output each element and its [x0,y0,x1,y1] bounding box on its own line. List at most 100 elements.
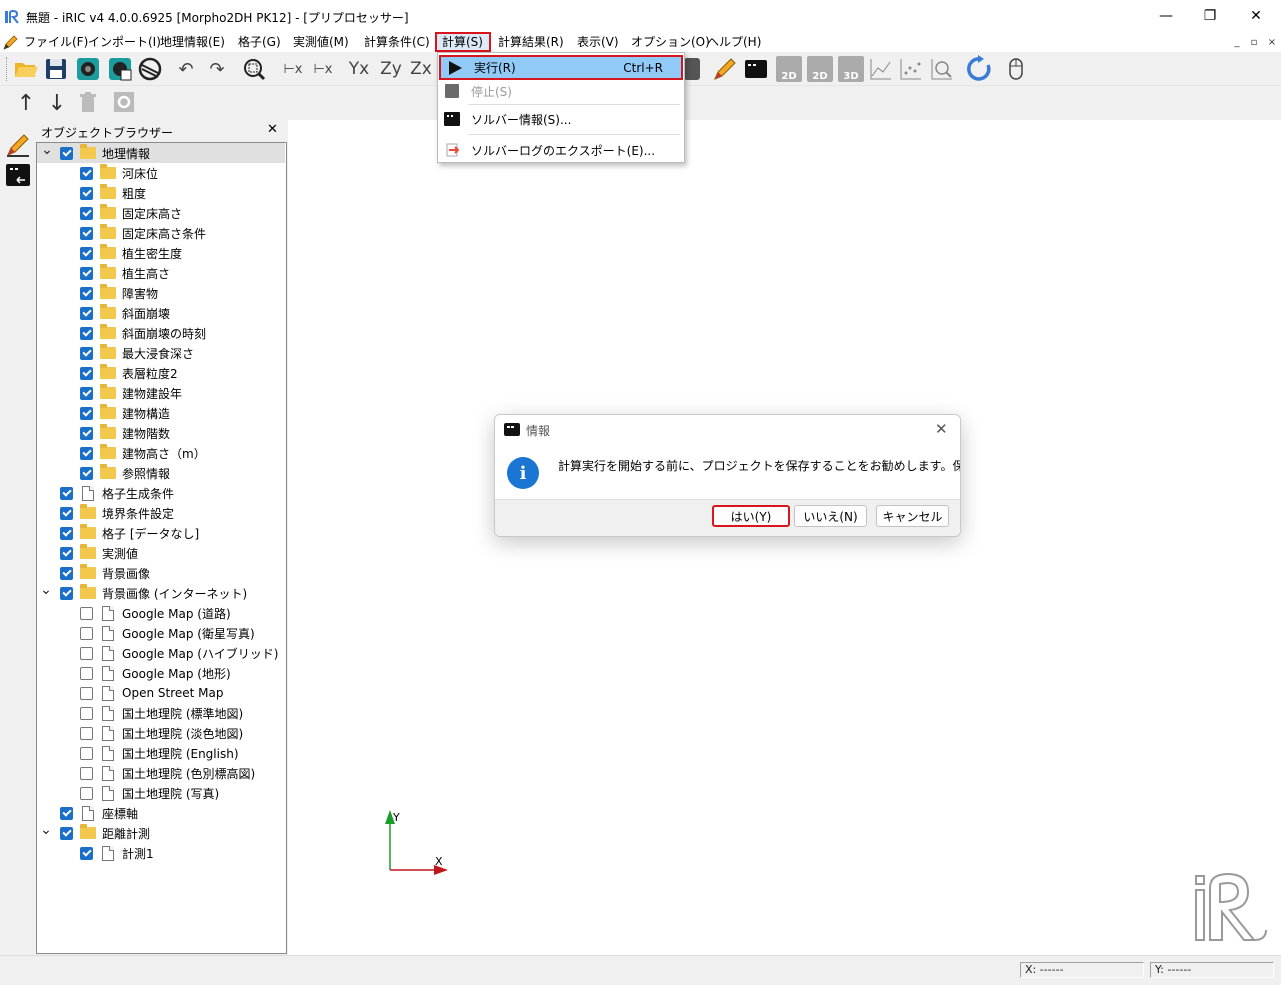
tree-item[interactable]: 国土地理院 (写真) [80,783,219,803]
tree-item-checkbox[interactable] [80,286,93,300]
tree-item[interactable]: 参照情報 [80,463,170,483]
yes-button[interactable]: はい(Y) [712,505,790,527]
move-up-icon[interactable]: ↑ [13,90,39,116]
tree-item[interactable]: 国土地理院 (淡色地図) [80,723,243,743]
tree-item[interactable]: 固定床高さ条件 [80,223,206,243]
menu-item-export-log[interactable]: ソルバーログのエクスポート(E)... [438,138,684,162]
minimize-button[interactable]: — [1143,0,1189,32]
open-folder-icon[interactable] [13,56,39,82]
tree-item-checkbox[interactable] [80,406,93,420]
tree-item[interactable]: 実測値 [60,543,138,563]
tree-item[interactable]: 座標軸 [60,803,138,823]
tree-expander-icon[interactable]: ⌄ [40,823,52,837]
tree-item-checkbox[interactable] [80,606,93,620]
menu-item-run[interactable]: 実行(R) Ctrl+R [439,55,683,80]
view-3d-icon[interactable]: 3D [838,56,864,82]
tree-expander-icon[interactable]: ⌄ [41,143,53,157]
tree-item-checkbox[interactable] [80,846,93,860]
tree-item[interactable]: 植生密生度 [80,243,182,263]
menu-calc-condition[interactable]: 計算条件(C) [359,32,435,52]
tree-item[interactable]: 国土地理院 (English) [80,743,239,763]
view-yx-icon[interactable]: Yx [346,56,372,82]
object-browser-close-icon[interactable]: ✕ [267,122,278,137]
tree-item[interactable]: 格子生成条件 [60,483,174,503]
menu-item-stop[interactable]: 停止(S) [438,79,684,103]
tree-item[interactable]: 河床位 [80,163,158,183]
graph-scatter-icon[interactable] [898,56,924,82]
hidden-toolbar-icon[interactable] [684,58,700,80]
tree-item-checkbox[interactable] [60,586,73,600]
tree-item[interactable]: Google Map (ハイブリッド) [80,643,278,663]
menu-import[interactable]: インポート(I) [83,32,166,52]
axis-rotate-icon[interactable]: ⊢x [310,56,336,82]
tree-item[interactable]: 最大浸食深さ [80,343,194,363]
tree-item[interactable]: 斜面崩壊の時刻 [80,323,206,343]
tree-item[interactable]: Google Map (道路) [80,603,231,623]
no-entry-icon[interactable] [137,56,163,82]
tree-item-checkbox[interactable] [80,466,93,480]
view-2d-icon[interactable]: 2D [776,56,802,82]
tree-item-checkbox[interactable] [60,826,73,840]
tree-item-checkbox[interactable] [80,226,93,240]
mdi-restore-button[interactable]: ▫ [1246,34,1262,50]
menu-item-solver-info[interactable]: ソルバー情報(S)... [438,107,684,131]
pencil-icon[interactable] [2,35,18,51]
tree-item-checkbox[interactable] [80,786,93,800]
move-down-icon[interactable]: ↓ [44,90,70,116]
camera-snapshot-icon[interactable] [75,56,101,82]
graph-zoom-icon[interactable] [929,56,955,82]
tree-item[interactable]: ⌄ 距離計測 [40,823,150,843]
tree-item[interactable]: 計測1 [80,843,154,863]
tree-item[interactable]: 障害物 [80,283,158,303]
mouse-icon[interactable] [1003,56,1029,82]
tree-item-checkbox[interactable] [80,626,93,640]
tree-item-checkbox[interactable] [60,566,73,580]
tree-item-checkbox[interactable] [60,526,73,540]
console-icon[interactable] [743,56,769,82]
tree-item[interactable]: 固定床高さ [80,203,182,223]
refresh-icon[interactable] [966,55,994,83]
axis-x-icon[interactable]: ⊢x [280,56,306,82]
menu-view[interactable]: 表示(V) [572,32,624,52]
edit-mode-icon[interactable] [5,132,31,158]
tree-item-checkbox[interactable] [80,746,93,760]
view-zy-icon[interactable]: Zy [378,56,404,82]
delete-icon[interactable] [76,90,100,114]
tree-item-checkbox[interactable] [60,806,73,820]
tree-item-checkbox[interactable] [80,666,93,680]
menu-geodata[interactable]: 地理情報(E) [155,32,230,52]
cancel-button[interactable]: キャンセル [876,505,949,527]
tree-item-checkbox[interactable] [60,506,73,520]
edit-pencil-icon[interactable] [712,56,738,82]
view-zx-icon[interactable]: Zx [408,56,434,82]
menu-measured[interactable]: 実測値(M) [288,32,354,52]
save-icon[interactable] [43,56,69,82]
menu-grid[interactable]: 格子(G) [233,32,286,52]
tree-item-checkbox[interactable] [60,146,73,160]
tree-item-checkbox[interactable] [80,266,93,280]
console-window-icon[interactable] [5,163,31,187]
redo-icon[interactable]: ↷ [204,56,230,82]
menu-help[interactable]: ヘルプ(H) [702,32,766,52]
tree-item-checkbox[interactable] [60,546,73,560]
tree-item[interactable]: 格子 [データなし] [60,523,199,543]
tree-item-checkbox[interactable] [80,446,93,460]
tree-item[interactable]: 建物建設年 [80,383,182,403]
tree-item-checkbox[interactable] [80,206,93,220]
tree-item[interactable]: Google Map (地形) [80,663,231,683]
properties-gear-icon[interactable] [113,91,135,113]
dialog-close-icon[interactable]: ✕ [935,420,948,438]
tree-item-checkbox[interactable] [60,486,73,500]
tree-item[interactable]: ⌄ 地理情報 [37,143,285,163]
tree-item-checkbox[interactable] [80,386,93,400]
tree-item-checkbox[interactable] [80,706,93,720]
tree-item[interactable]: Open Street Map [80,683,223,703]
tree-item[interactable]: 表層粒度2 [80,363,178,383]
tree-item-checkbox[interactable] [80,426,93,440]
close-button[interactable]: ✕ [1233,0,1279,32]
menu-calculation[interactable]: 計算(S) [435,32,491,52]
tree-item-checkbox[interactable] [80,766,93,780]
menu-calc-result[interactable]: 計算結果(R) [493,32,569,52]
tree-item-checkbox[interactable] [80,726,93,740]
tree-item-checkbox[interactable] [80,686,93,700]
